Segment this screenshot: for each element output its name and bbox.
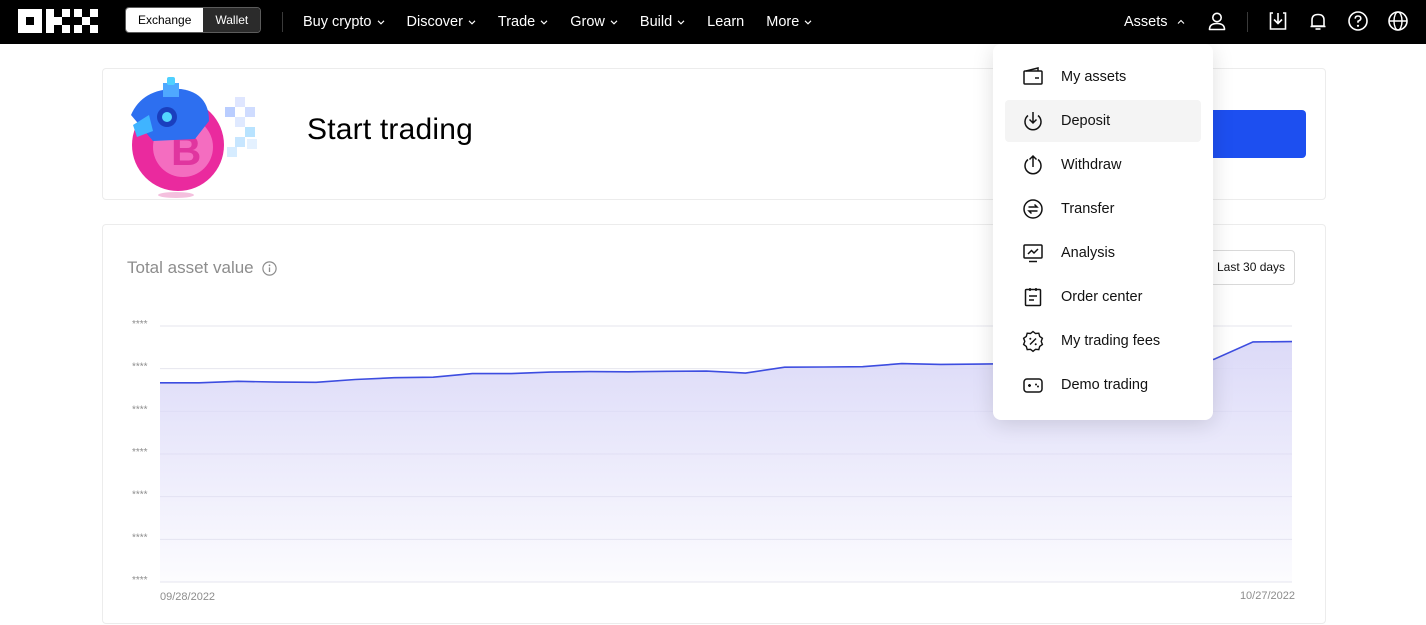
chevron-down-icon xyxy=(610,18,618,26)
exchange-wallet-switch: Exchange Wallet xyxy=(125,7,261,33)
nav-divider xyxy=(1247,12,1248,32)
fee-icon xyxy=(1021,329,1045,353)
chevron-up-icon xyxy=(1177,18,1185,26)
start-trading-title: Start trading xyxy=(307,113,473,147)
top-navigation: Exchange Wallet Buy crypto Discover Trade G… xyxy=(0,0,1426,44)
assets-menu-item-label: My trading fees xyxy=(1061,333,1160,349)
nav-item-label: Discover xyxy=(407,14,463,30)
x-axis-start-label: 09/28/2022 xyxy=(160,591,215,603)
withdraw-icon xyxy=(1021,153,1045,177)
y-tick-label: **** xyxy=(132,575,148,586)
time-range-select[interactable]: Last 30 days xyxy=(1207,250,1295,285)
deposit-icon xyxy=(1021,109,1045,133)
nav-divider xyxy=(282,12,283,32)
asset-value-heading: Total asset value xyxy=(127,258,277,278)
nav-item-buy-crypto[interactable]: Buy crypto xyxy=(303,14,385,30)
y-tick-label: **** xyxy=(132,319,148,330)
assets-menu-item-label: Order center xyxy=(1061,289,1142,305)
nav-item-label: Trade xyxy=(498,14,535,30)
assets-menu-button[interactable]: Assets xyxy=(1124,0,1185,44)
crypto-illustration: B xyxy=(123,75,263,199)
assets-menu-item-withdraw[interactable]: Withdraw xyxy=(1005,144,1201,186)
user-icon[interactable] xyxy=(1206,10,1228,32)
assets-menu-item-label: Withdraw xyxy=(1061,157,1121,173)
chevron-down-icon xyxy=(468,18,476,26)
y-tick-label: **** xyxy=(132,490,148,501)
y-tick-label: **** xyxy=(132,447,148,458)
globe-icon[interactable] xyxy=(1387,10,1409,32)
assets-menu-item-label: Deposit xyxy=(1061,113,1110,129)
chevron-down-icon xyxy=(540,18,548,26)
assets-menu-item-label: My assets xyxy=(1061,69,1126,85)
nav-item-build[interactable]: Build xyxy=(640,14,685,30)
nav-item-discover[interactable]: Discover xyxy=(407,14,476,30)
exchange-tab[interactable]: Exchange xyxy=(126,8,203,32)
y-tick-label: **** xyxy=(132,404,148,415)
analysis-icon xyxy=(1021,241,1045,265)
nav-item-label: Buy crypto xyxy=(303,14,372,30)
transfer-icon xyxy=(1021,197,1045,221)
assets-label: Assets xyxy=(1124,14,1168,30)
assets-menu-item-order-center[interactable]: Order center xyxy=(1005,276,1201,318)
y-tick-label: **** xyxy=(132,532,148,543)
nav-item-grow[interactable]: Grow xyxy=(570,14,618,30)
help-icon[interactable] xyxy=(1347,10,1369,32)
bell-icon[interactable] xyxy=(1307,10,1329,32)
assets-menu-item-my-assets[interactable]: My assets xyxy=(1005,56,1201,98)
x-axis-end-label: 10/27/2022 xyxy=(1240,590,1295,602)
nav-item-label: Learn xyxy=(707,14,744,30)
assets-menu-item-analysis[interactable]: Analysis xyxy=(1005,232,1201,274)
okx-logo[interactable] xyxy=(18,9,98,33)
assets-menu-item-transfer[interactable]: Transfer xyxy=(1005,188,1201,230)
main-menu: Buy crypto Discover Trade Grow Build Learn Mor… xyxy=(303,0,834,44)
nav-item-trade[interactable]: Trade xyxy=(498,14,548,30)
chevron-down-icon xyxy=(804,18,812,26)
info-icon[interactable] xyxy=(262,261,277,276)
asset-value-title: Total asset value xyxy=(127,258,254,278)
nav-item-label: Build xyxy=(640,14,672,30)
assets-menu-item-label: Analysis xyxy=(1061,245,1115,261)
chevron-down-icon xyxy=(677,18,685,26)
assets-menu-item-deposit[interactable]: Deposit xyxy=(1005,100,1201,142)
nav-item-label: More xyxy=(766,14,799,30)
y-tick-label: **** xyxy=(132,362,148,373)
assets-menu-item-label: Demo trading xyxy=(1061,377,1148,393)
download-app-icon[interactable] xyxy=(1267,10,1289,32)
assets-dropdown-menu: My assets Deposit Withdraw Transfer Analysis… xyxy=(993,44,1213,420)
wallet-tab[interactable]: Wallet xyxy=(203,8,260,32)
nav-item-label: Grow xyxy=(570,14,605,30)
nav-item-more[interactable]: More xyxy=(766,14,812,30)
wallet-icon xyxy=(1021,65,1045,89)
chevron-down-icon xyxy=(377,18,385,26)
assets-menu-item-label: Transfer xyxy=(1061,201,1114,217)
order-center-icon xyxy=(1021,285,1045,309)
nav-item-learn[interactable]: Learn xyxy=(707,14,744,30)
demo-trading-icon xyxy=(1021,373,1045,397)
assets-menu-item-demo-trading[interactable]: Demo trading xyxy=(1005,364,1201,406)
assets-menu-item-my-trading-fees[interactable]: My trading fees xyxy=(1005,320,1201,362)
